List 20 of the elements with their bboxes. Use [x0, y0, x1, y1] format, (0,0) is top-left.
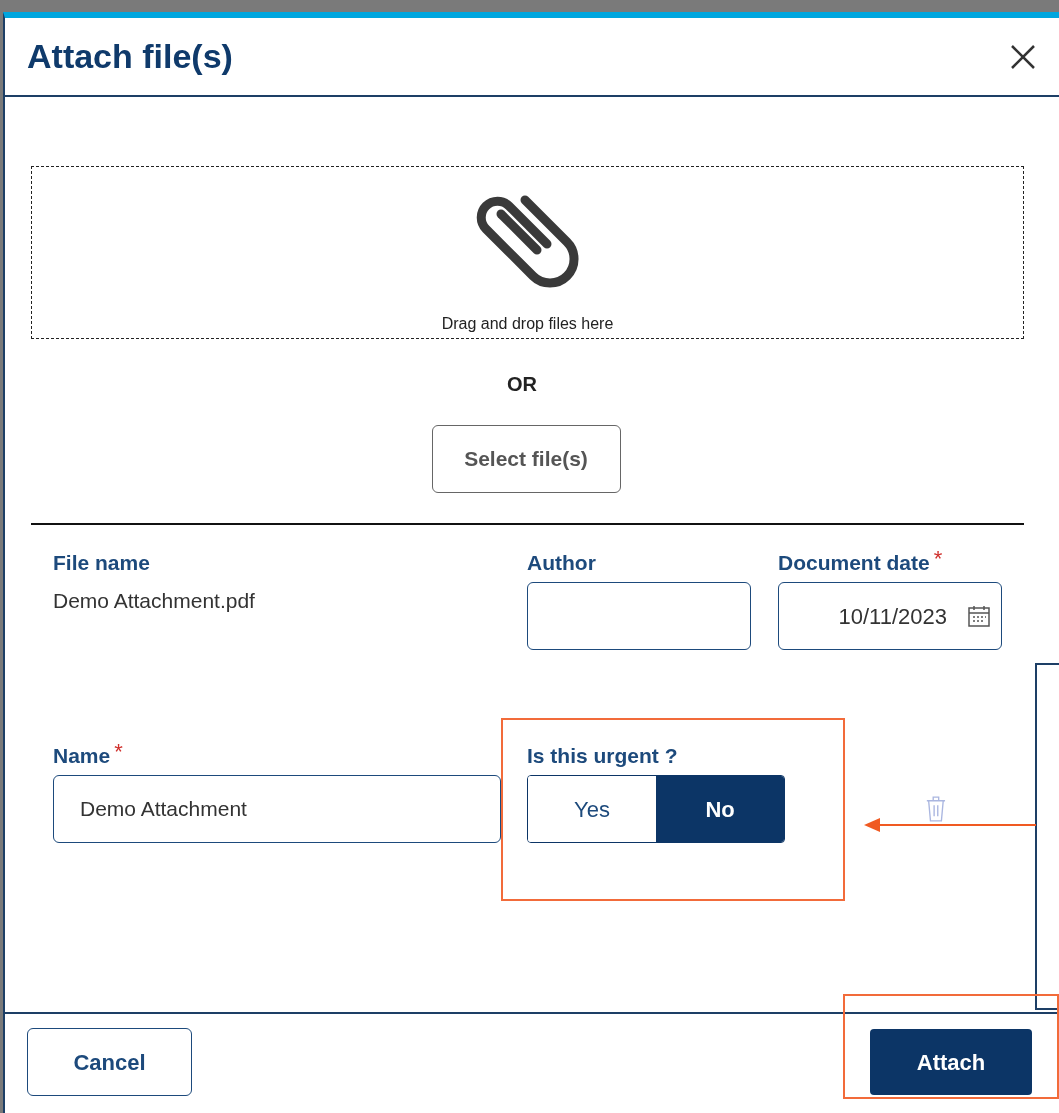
document-date-label: Document date: [778, 550, 930, 576]
calendar-icon[interactable]: [967, 604, 991, 628]
file-name-value: Demo Attachment.pdf: [53, 588, 256, 614]
attach-button[interactable]: Attach: [870, 1029, 1032, 1095]
file-name-label: File name: [53, 550, 150, 576]
dialog-title: Attach file(s): [27, 36, 233, 77]
toggle-option[interactable]: No: [656, 776, 785, 842]
cancel-button[interactable]: Cancel: [27, 1028, 192, 1096]
drop-hint: Drag and drop files here: [441, 314, 614, 334]
name-field[interactable]: Demo Attachment: [53, 775, 501, 843]
select-files-button[interactable]: Select file(s): [431, 425, 621, 493]
required-asterisk: *: [114, 742, 123, 762]
required-asterisk: *: [933, 549, 943, 569]
name-label: Name: [53, 743, 111, 769]
urgent-label: Is this urgent ?: [527, 743, 678, 769]
author-label: Author: [527, 550, 596, 576]
drop-zone[interactable]: Drag and drop files here: [31, 166, 1024, 339]
document-date-field[interactable]: 10/11/2023: [778, 582, 1002, 650]
or-text: OR: [507, 372, 537, 397]
author-field[interactable]: [527, 582, 751, 650]
